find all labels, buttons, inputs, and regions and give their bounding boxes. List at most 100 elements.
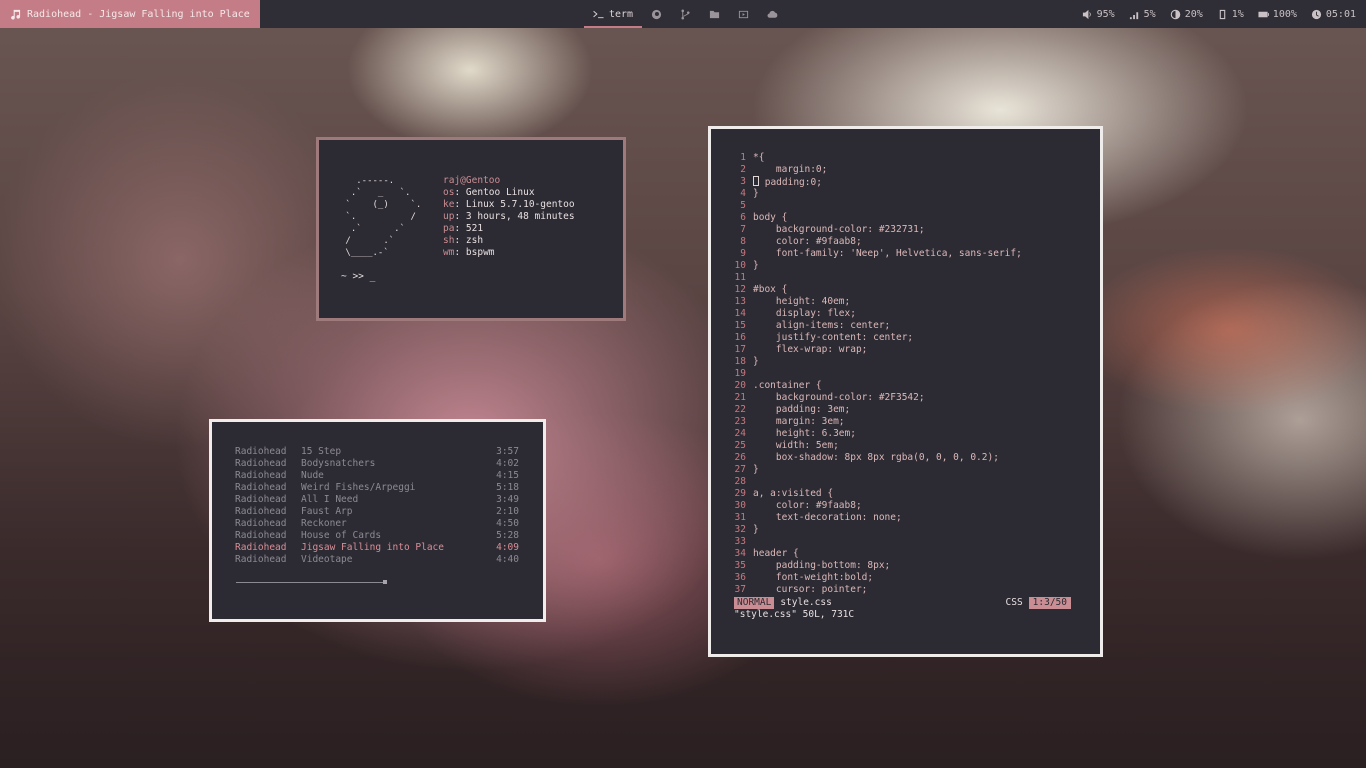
code-line[interactable]: 7 background-color: #232731;	[727, 224, 1022, 236]
system-info-key: up	[443, 211, 455, 222]
line-number: 27	[734, 464, 746, 475]
playback-progress-knob[interactable]	[383, 580, 387, 584]
playlist-track[interactable]: Radiohead House of Cards 5:28	[235, 530, 519, 542]
playlist-track[interactable]: Radiohead Weird Fishes/Arpeggi 5:18	[235, 482, 519, 494]
track-artist: Radiohead	[235, 494, 287, 505]
line-number: 6	[740, 212, 746, 223]
track-artist: Radiohead	[235, 506, 287, 517]
code-line[interactable]: 1 *{	[727, 152, 1022, 164]
clock[interactable]: 05:01	[1311, 9, 1356, 20]
top-bar: Radiohead - Jigsaw Falling into Place te…	[0, 0, 1366, 28]
code-line[interactable]: 3 padding:0;	[727, 176, 1022, 188]
line-number: 32	[734, 524, 746, 535]
code-line[interactable]: 9 font-family: 'Neep', Helvetica, sans-s…	[727, 248, 1022, 260]
folder-icon	[710, 10, 720, 18]
code-line[interactable]: 35 padding-bottom: 8px;	[727, 560, 1022, 572]
code-line[interactable]: 22 padding: 3em;	[727, 404, 1022, 416]
code-line[interactable]: 33	[727, 536, 1022, 548]
code-line[interactable]: 31 text-decoration: none;	[727, 512, 1022, 524]
line-number: 7	[740, 224, 746, 235]
track-length: 4:50	[496, 518, 519, 529]
system-info-value: Gentoo Linux	[465, 187, 535, 198]
code-text: }	[753, 260, 759, 271]
code-text: .container {	[753, 380, 822, 391]
code-line[interactable]: 24 height: 6.3em;	[727, 428, 1022, 440]
code-line[interactable]: 13 height: 40em;	[727, 296, 1022, 308]
workspace-files[interactable]	[700, 0, 729, 28]
playback-progress-bar[interactable]	[236, 582, 386, 583]
code-line[interactable]: 10}	[727, 260, 1022, 272]
code-line[interactable]: 27}	[727, 464, 1022, 476]
code-line[interactable]: 4}	[727, 188, 1022, 200]
media-icon	[739, 10, 749, 18]
code-line[interactable]: 6 body {	[727, 212, 1022, 224]
code-line[interactable]: 19	[727, 368, 1022, 380]
line-number: 22	[734, 404, 746, 415]
code-text: #box {	[753, 284, 788, 295]
code-line[interactable]: 16 justify-content: center;	[727, 332, 1022, 344]
playlist-track[interactable]: Radiohead Videotape 4:40	[235, 554, 519, 566]
code-line[interactable]: 37 cursor: pointer;	[727, 584, 1022, 596]
code-line[interactable]: 2 margin:0;	[727, 164, 1022, 176]
code-line[interactable]: 12 #box {	[727, 284, 1022, 296]
workspace-browser[interactable]	[642, 0, 671, 28]
code-line[interactable]: 32}	[727, 524, 1022, 536]
line-number: 15	[734, 320, 746, 331]
code-line[interactable]: 5	[727, 200, 1022, 212]
code-line[interactable]: 20 .container {	[727, 380, 1022, 392]
playlist-track[interactable]: Radiohead Faust Arp 2:10	[235, 506, 519, 518]
playlist-track[interactable]: Radiohead 15 Step 3:57	[235, 446, 519, 458]
code-text: *{	[753, 152, 765, 163]
code-line[interactable]: 26 box-shadow: 8px 8px rgba(0, 0, 0, 0.2…	[727, 452, 1022, 464]
editor-cursor-position: 1:3/50	[1028, 597, 1071, 609]
code-line[interactable]: 25 width: 5em;	[727, 440, 1022, 452]
playlist-track[interactable]: Radiohead Reckoner 4:50	[235, 518, 519, 530]
track-title: House of Cards	[301, 530, 382, 541]
system-info: raj@Gentoo os: Gentoo Linux ke: Linux 5.7.…	[443, 175, 575, 259]
memory-indicator[interactable]: 1%	[1217, 9, 1244, 20]
playlist-track[interactable]: Radiohead All I Need 3:49	[235, 494, 519, 506]
code-line[interactable]: 29 a, a:visited {	[727, 488, 1022, 500]
code-line[interactable]: 21 background-color: #2F3542;	[727, 392, 1022, 404]
code-line[interactable]: 17 flex-wrap: wrap;	[727, 344, 1022, 356]
track-length: 2:10	[496, 506, 519, 517]
editor-filename: style.css	[780, 597, 832, 608]
line-number: 11	[734, 272, 746, 283]
line-number: 2	[740, 164, 746, 175]
network-indicator[interactable]: 5%	[1129, 9, 1156, 20]
track-length: 5:28	[496, 530, 519, 541]
now-playing[interactable]: Radiohead - Jigsaw Falling into Place	[0, 0, 260, 28]
line-number: 25	[734, 440, 746, 451]
code-text: font-weight:bold;	[753, 572, 874, 583]
code-text: }	[753, 356, 759, 367]
code-line[interactable]: 11	[727, 272, 1022, 284]
editor-command-line[interactable]: "style.css" 50L, 731C	[734, 609, 854, 621]
code-line[interactable]: 15 align-items: center;	[727, 320, 1022, 332]
code-line[interactable]: 34 header {	[727, 548, 1022, 560]
brightness-indicator[interactable]: 20%	[1170, 9, 1203, 20]
workspace-cloud[interactable]	[758, 0, 787, 28]
code-line[interactable]: 36 font-weight:bold;	[727, 572, 1022, 584]
playlist-track-current[interactable]: Radiohead Jigsaw Falling into Place 4:09	[235, 542, 519, 554]
volume-indicator[interactable]: 95%	[1082, 9, 1115, 20]
line-number: 19	[734, 368, 746, 379]
workspace-git[interactable]	[671, 0, 700, 28]
line-number: 21	[734, 392, 746, 403]
code-line[interactable]: 18}	[727, 356, 1022, 368]
battery-indicator[interactable]: 100%	[1258, 9, 1297, 20]
code-line[interactable]: 23 margin: 3em;	[727, 416, 1022, 428]
clock-value: 05:01	[1325, 8, 1356, 20]
playlist-track[interactable]: Radiohead Bodysnatchers 4:02	[235, 458, 519, 470]
code-line[interactable]: 8 color: #9faab8;	[727, 236, 1022, 248]
workspace-term[interactable]: term	[584, 0, 643, 28]
editor-filetype: CSS	[1005, 597, 1023, 608]
editor-buffer[interactable]: 1 *{2 margin:0; 3 padding:0; 4} 5 6 body {7 ba…	[727, 152, 1022, 596]
code-line[interactable]: 28	[727, 476, 1022, 488]
shell-prompt[interactable]: ~ >> _	[341, 271, 375, 282]
line-number: 17	[734, 344, 746, 355]
terminal-icon	[593, 10, 604, 18]
code-line[interactable]: 30 color: #9faab8;	[727, 500, 1022, 512]
code-line[interactable]: 14 display: flex;	[727, 308, 1022, 320]
workspace-media[interactable]	[729, 0, 758, 28]
playlist-track[interactable]: Radiohead Nude 4:15	[235, 470, 519, 482]
